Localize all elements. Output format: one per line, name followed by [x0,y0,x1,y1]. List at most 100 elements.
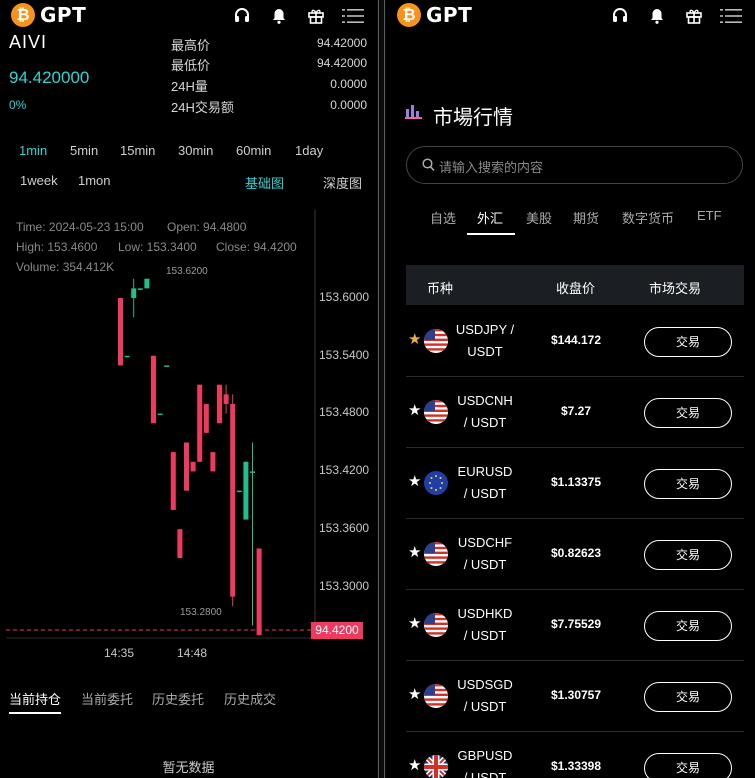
category-tab-us-stocks[interactable]: 美股 [526,208,552,227]
pair-name: USDJPY / USDT [453,319,517,363]
star-icon[interactable]: ★ [408,758,421,773]
basic-chart-tab[interactable]: 基础图 [245,173,284,192]
star-icon[interactable]: ★ [408,474,421,489]
timeframe-60min[interactable]: 60min [236,143,271,158]
last-price: 94.420000 [9,68,90,87]
x-tick-label: 14:35 [104,646,135,660]
timeframe-1mon[interactable]: 1mon [78,173,111,188]
candle-body [250,471,255,473]
star-icon[interactable]: ★ [408,332,421,347]
tab-current-positions[interactable]: 当前持仓 [9,689,62,714]
close-price: $0.82623 [550,546,602,560]
trade-button[interactable]: 交易 [644,327,732,357]
stat-label-volume: 24H量 [171,79,208,94]
candle-body [190,461,196,472]
candle-body [157,413,163,416]
gift-icon[interactable] [304,5,328,27]
change-percent: 0% [9,98,27,112]
header-market-trade: 市场交易 [649,281,702,296]
pair-name: EURUSD / USDT [453,461,517,505]
depth-chart-tab[interactable]: 深度图 [323,173,362,192]
menu-icon[interactable] [341,5,365,27]
timeframe-15min[interactable]: 15min [120,143,155,158]
stat-label-low: 最低价 [171,58,211,73]
gb-flag-icon [424,755,448,778]
trade-button[interactable]: 交易 [644,682,732,712]
search-input[interactable]: 请输入搜索的内容 [406,146,743,184]
pair-quote: / USDT [463,628,507,643]
market-row[interactable]: ★ GBPUSD / USDT $1.33398 交易 [406,732,744,778]
pair-quote: / USDT [463,486,507,501]
us-flag-icon [424,329,448,353]
bitcoin-logo-icon: ₿ [397,3,421,27]
star-icon[interactable]: ★ [408,403,421,418]
category-tab-futures[interactable]: 期货 [573,208,599,227]
bell-icon[interactable] [267,5,291,27]
bitcoin-logo-icon: ₿ [11,3,35,27]
bell-icon[interactable] [645,5,669,27]
timeframe-1min[interactable]: 1min [19,143,47,158]
y-tick-label: 153.3600 [319,521,370,535]
candle-body [236,490,242,493]
star-icon[interactable]: ★ [408,616,421,631]
market-row[interactable]: ★ EURUSD / USDT $1.13375 交易 [406,448,744,519]
category-tab-forex[interactable]: 外汇 [477,208,503,227]
trade-button[interactable]: 交易 [644,753,732,778]
trade-button[interactable]: 交易 [644,398,732,428]
top-bar: ₿ GPT [0,0,377,30]
pair-quote: USDT [467,344,503,359]
pair-quote: / USDT [463,770,507,778]
market-row[interactable]: ★ USDCNH / USDT $7.27 交易 [406,377,744,448]
candle-body [197,384,203,462]
candle-body [217,384,222,424]
candle-body [230,403,236,597]
pair-base: GBPUSD [457,748,513,763]
category-tab-favorites[interactable]: 自选 [430,208,456,227]
headset-icon[interactable] [230,5,254,27]
market-row[interactable]: ★ USDHKD / USDT $7.75529 交易 [406,590,744,661]
menu-icon[interactable] [719,5,743,27]
headset-icon[interactable] [608,5,632,27]
category-tab-etf[interactable]: ETF [697,208,722,223]
search-icon [422,158,435,177]
tab-trade-history[interactable]: 历史成交 [224,689,276,708]
timeframe-5min[interactable]: 5min [70,143,98,158]
stat-value-low: 94.42000 [316,56,367,70]
candle-body [243,461,249,520]
close-price: $1.13375 [550,475,602,489]
x-tick-label: 14:48 [177,646,208,660]
trade-button[interactable]: 交易 [644,540,732,570]
y-tick-label: 153.3000 [319,579,370,593]
us-flag-icon [424,400,448,424]
timeframe-30min[interactable]: 30min [178,143,213,158]
candle-body [184,442,189,491]
tab-current-orders[interactable]: 当前委托 [81,689,133,708]
stat-value-volume: 0.0000 [330,77,367,91]
y-tick-label: 153.6000 [319,290,370,304]
timeframe-1day[interactable]: 1day [295,143,323,158]
candle-body [131,288,137,298]
candle-body [256,548,262,636]
market-row[interactable]: ★ USDCHF / USDT $0.82623 交易 [406,519,744,590]
star-icon[interactable]: ★ [408,687,421,702]
panel-divider [377,0,386,778]
pair-quote: / USDT [463,415,507,430]
tab-order-history[interactable]: 历史委托 [152,689,204,708]
trade-button[interactable]: 交易 [644,611,732,641]
us-flag-icon [424,542,448,566]
symbol-name: AIVI [9,32,48,52]
page-title: 市場行情 [433,107,513,129]
pair-name: USDCHF / USDT [453,532,517,576]
candle-body [144,278,150,289]
top-bar: ₿ GPT [386,0,755,30]
pair-quote: / USDT [463,699,507,714]
candle-body [118,298,123,366]
category-tab-crypto[interactable]: 数字货币 [622,208,674,227]
gift-icon[interactable] [682,5,706,27]
star-icon[interactable]: ★ [408,545,421,560]
trade-button[interactable]: 交易 [644,469,732,499]
y-tick-label: 153.5400 [319,348,370,362]
market-row[interactable]: ★ USDJPY / USDT $144.172 交易 [406,306,744,377]
timeframe-1week[interactable]: 1week [20,173,58,188]
market-row[interactable]: ★ USDSGD / USDT $1.30757 交易 [406,661,744,732]
